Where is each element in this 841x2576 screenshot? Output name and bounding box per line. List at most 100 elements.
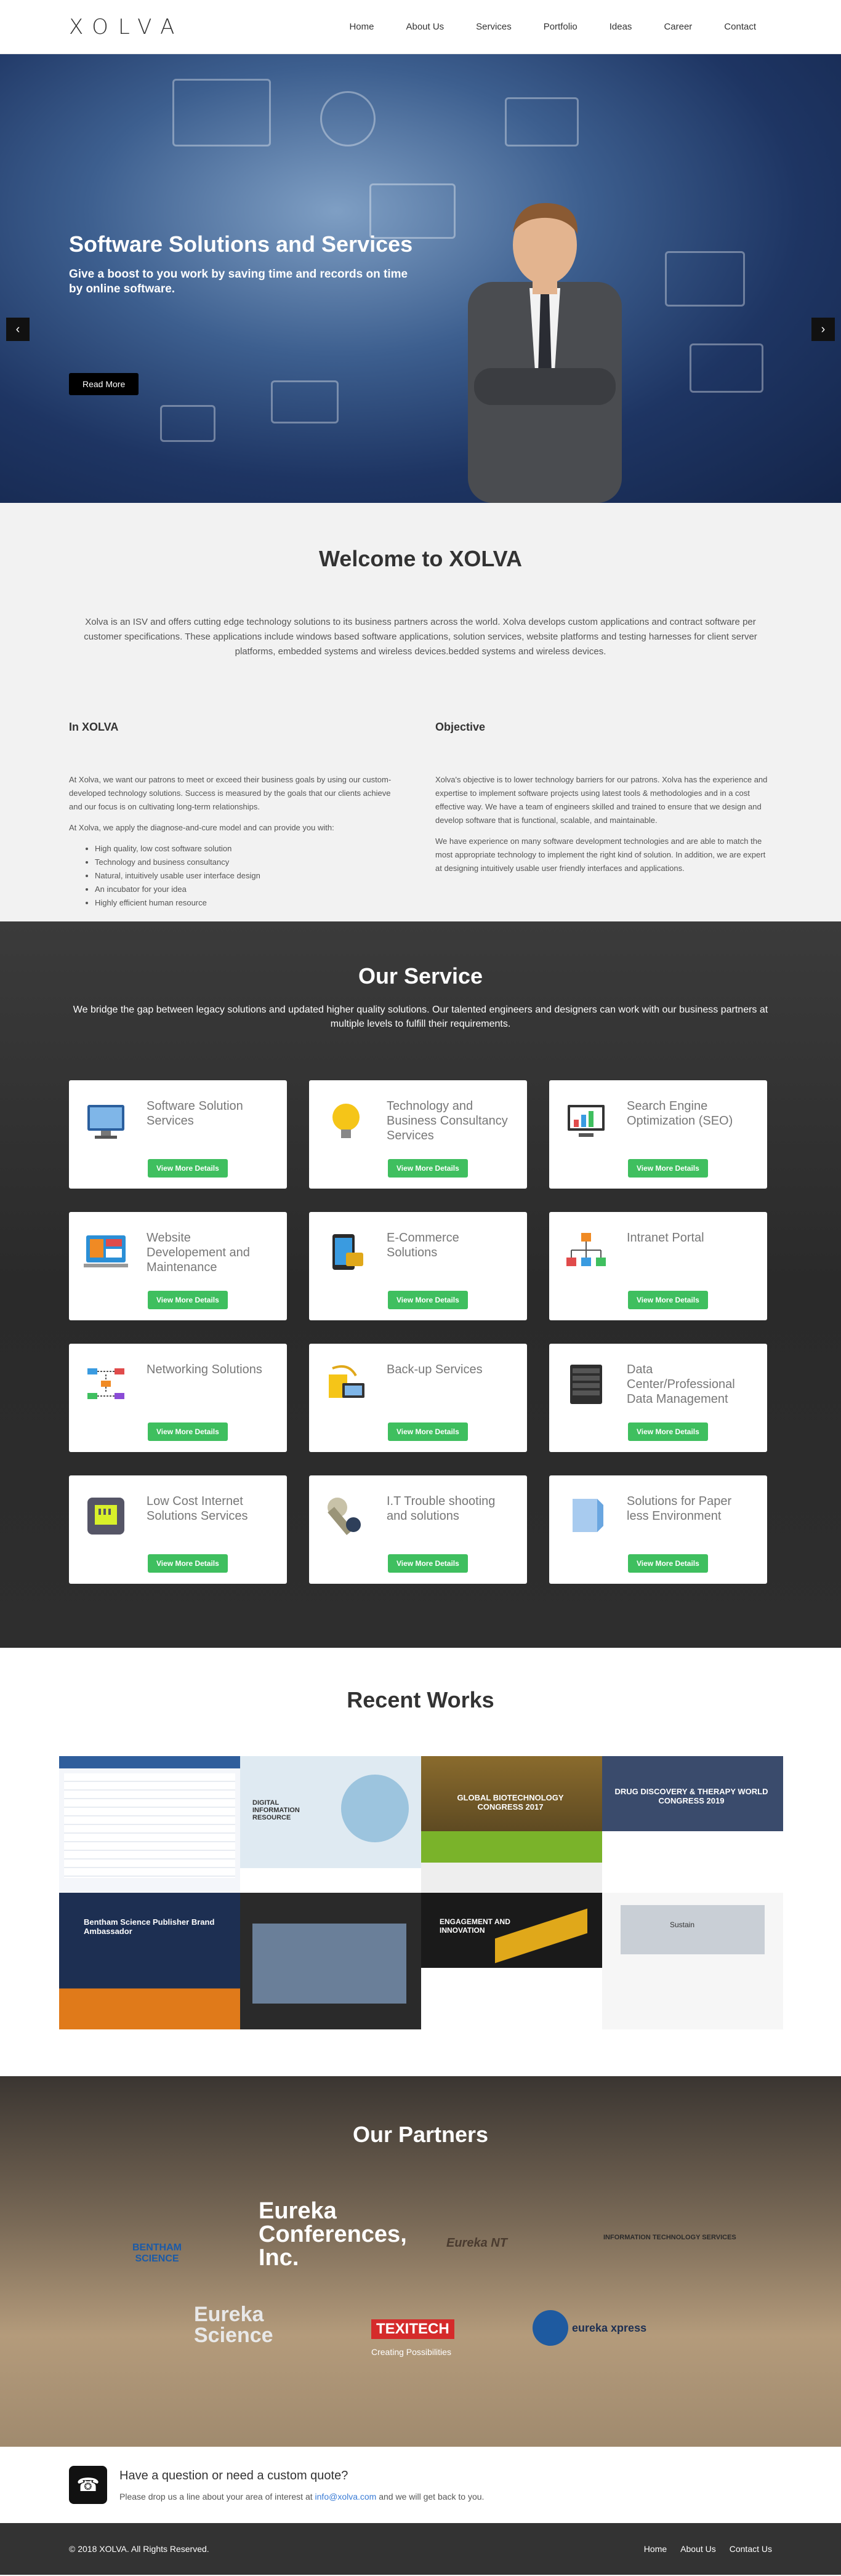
welcome-section: Welcome to XOLVA Xolva is an ISV and off… xyxy=(0,503,841,921)
in-xolva-column: In XOLVA At Xolva, we want our patrons t… xyxy=(69,721,406,910)
objective-text-1: Xolva's objective is to lower technology… xyxy=(435,775,768,825)
view-more-details-button[interactable]: View More Details xyxy=(388,1554,468,1573)
footer-link-about-us[interactable]: About Us xyxy=(680,2544,716,2554)
work-thumbnail[interactable]: Bentham Science Publisher Brand Ambassad… xyxy=(59,1893,240,2029)
partner-logo-eureka-conferences[interactable]: Eureka Conferences, Inc. xyxy=(259,2199,419,2269)
partner-logo-bentham[interactable]: BENTHAM SCIENCE xyxy=(123,2242,191,2265)
partner-logo-eureka-xpress[interactable]: eureka xpress xyxy=(533,2310,646,2346)
service-card: Data Center/Professional Data Management… xyxy=(549,1344,767,1452)
view-more-details-button[interactable]: View More Details xyxy=(628,1422,708,1441)
footer-link-home[interactable]: Home xyxy=(644,2544,667,2554)
network-tree-icon xyxy=(566,1233,606,1266)
partners-title: Our Partners xyxy=(352,2122,489,2147)
nav-about-us[interactable]: About Us xyxy=(390,22,460,32)
list-item: High quality, low cost software solution xyxy=(95,842,406,856)
in-xolva-title: In XOLVA xyxy=(69,721,119,733)
slider-prev-button[interactable]: ‹ xyxy=(6,318,30,341)
hero-title: Software Solutions and Services xyxy=(69,231,413,257)
service-card: Intranet Portal View More Details xyxy=(549,1212,767,1320)
view-more-details-button[interactable]: View More Details xyxy=(628,1554,708,1573)
copyright: © 2018 XOLVA. All Rights Reserved. xyxy=(69,2544,209,2554)
service-card: Low Cost Internet Solutions Services View… xyxy=(69,1475,287,1584)
work-thumbnail[interactable] xyxy=(240,1893,421,2029)
footer-link-contact-us[interactable]: Contact Us xyxy=(730,2544,772,2554)
in-xolva-text-1: At Xolva, we want our patrons to meet or… xyxy=(69,775,392,811)
nav-ideas[interactable]: Ideas xyxy=(594,22,648,32)
view-more-details-button[interactable]: View More Details xyxy=(148,1291,228,1309)
objective-title: Objective xyxy=(435,721,486,733)
nav-portfolio[interactable]: Portfolio xyxy=(528,22,594,32)
chart-monitor-icon xyxy=(568,1105,605,1137)
networking-icon xyxy=(87,1368,124,1399)
work-thumbnail[interactable]: Sustain xyxy=(602,1893,783,2029)
contact-quote-section: ☎ Have a question or need a custom quote… xyxy=(0,2447,841,2523)
view-more-details-button[interactable]: View More Details xyxy=(388,1159,468,1178)
partner-logo-eureka-science[interactable]: Eureka Science xyxy=(194,2304,317,2346)
businessman-photo xyxy=(468,203,622,503)
service-card: Website Developement and Maintenance View… xyxy=(69,1212,287,1320)
nav-home[interactable]: Home xyxy=(333,22,390,32)
main-nav: Home About Us Services Portfolio Ideas C… xyxy=(333,22,772,32)
recent-works-section: Recent Works DIGITAL INFORMATION RESOURC… xyxy=(0,1648,841,2076)
slider-next-button[interactable]: › xyxy=(811,318,835,341)
services-grid: Software Solution Services View More Deta… xyxy=(69,1080,841,1584)
work-thumbnail[interactable]: GLOBAL BIOTECHNOLOGY CONGRESS 2017 xyxy=(421,1756,602,1893)
service-card: Software Solution Services View More Deta… xyxy=(69,1080,287,1189)
monitor-icon xyxy=(87,1105,124,1139)
quote-text: Please drop us a line about your area of… xyxy=(119,2492,484,2502)
service-card: Technology and Business Consultancy Serv… xyxy=(309,1080,527,1189)
in-xolva-list: High quality, low cost software solution… xyxy=(69,842,406,910)
quote-title: Have a question or need a custom quote? xyxy=(119,2468,348,2482)
works-gallery: DIGITAL INFORMATION RESOURCE GLOBAL BIOT… xyxy=(59,1756,783,2029)
hero-slider: ‹ › Software Solutions and Services Give… xyxy=(0,54,841,503)
nav-services[interactable]: Services xyxy=(460,22,528,32)
service-card: Solutions for Paper less Environment View… xyxy=(549,1475,767,1584)
list-item: An incubator for your idea xyxy=(95,883,406,896)
work-thumbnail[interactable]: DIGITAL INFORMATION RESOURCE xyxy=(240,1756,421,1893)
view-more-details-button[interactable]: View More Details xyxy=(148,1554,228,1573)
list-item: Technology and business consultancy xyxy=(95,856,406,869)
server-rack-icon xyxy=(570,1365,602,1404)
view-more-details-button[interactable]: View More Details xyxy=(148,1422,228,1441)
view-more-details-button[interactable]: View More Details xyxy=(628,1159,708,1178)
ecommerce-icon xyxy=(332,1234,363,1270)
service-card: Search Engine Optimization (SEO) View Mor… xyxy=(549,1080,767,1189)
work-thumbnail[interactable] xyxy=(59,1756,240,1893)
list-item: Highly efficient human resource xyxy=(95,896,406,910)
quote-text-after: and we will get back to you. xyxy=(379,2491,485,2502)
recent-works-title: Recent Works xyxy=(347,1687,494,1712)
in-xolva-text-2: At Xolva, we apply the diagnose-and-cure… xyxy=(69,823,334,832)
partner-tagline: Creating Possibilities xyxy=(371,2347,451,2357)
service-card: I.T Trouble shooting and solutions View M… xyxy=(309,1475,527,1584)
partner-logo-it-services[interactable]: INFORMATION TECHNOLOGY SERVICES xyxy=(603,2234,736,2241)
view-more-details-button[interactable]: View More Details xyxy=(388,1291,468,1309)
view-more-details-button[interactable]: View More Details xyxy=(148,1159,228,1178)
work-thumbnail[interactable]: ENGAGEMENT AND INNOVATION xyxy=(421,1893,602,2029)
list-item: Natural, intuitively usable user interfa… xyxy=(95,869,406,883)
lightbulb-icon xyxy=(332,1104,360,1138)
objective-text-2: We have experience on many software deve… xyxy=(435,837,766,873)
logo[interactable]: XOLVA xyxy=(69,15,184,39)
view-more-details-button[interactable]: View More Details xyxy=(388,1422,468,1441)
nav-contact[interactable]: Contact xyxy=(708,22,772,32)
view-more-details-button[interactable]: View More Details xyxy=(628,1291,708,1309)
welcome-text: Xolva is an ISV and offers cutting edge … xyxy=(84,617,757,657)
wrench-icon xyxy=(328,1498,361,1535)
ethernet-icon xyxy=(87,1498,124,1535)
quote-email-link[interactable]: info@xolva.com xyxy=(315,2492,377,2502)
partner-logo-eureka-nt[interactable]: Eureka NT xyxy=(446,2236,507,2250)
site-footer: © 2018 XOLVA. All Rights Reserved. Home … xyxy=(0,2523,841,2575)
partner-logo-texitech[interactable]: TEXITECH xyxy=(371,2319,454,2339)
read-more-button[interactable]: Read More xyxy=(69,373,139,395)
service-card: Networking Solutions View More Details xyxy=(69,1344,287,1452)
paperless-icon xyxy=(573,1499,603,1532)
hero-subtitle: Give a boost to you work by saving time … xyxy=(69,268,408,295)
welcome-title: Welcome to XOLVA xyxy=(318,546,523,571)
nav-career[interactable]: Career xyxy=(648,22,708,32)
site-header: XOLVA Home About Us Services Portfolio I… xyxy=(0,0,841,54)
work-thumbnail[interactable]: DRUG DISCOVERY & THERAPY WORLD CONGRESS … xyxy=(602,1756,783,1893)
services-title: Our Service xyxy=(358,963,483,989)
phone-icon: ☎ xyxy=(69,2466,107,2504)
services-lead: We bridge the gap between legacy solutio… xyxy=(73,1005,768,1029)
web-dev-icon xyxy=(84,1235,128,1267)
